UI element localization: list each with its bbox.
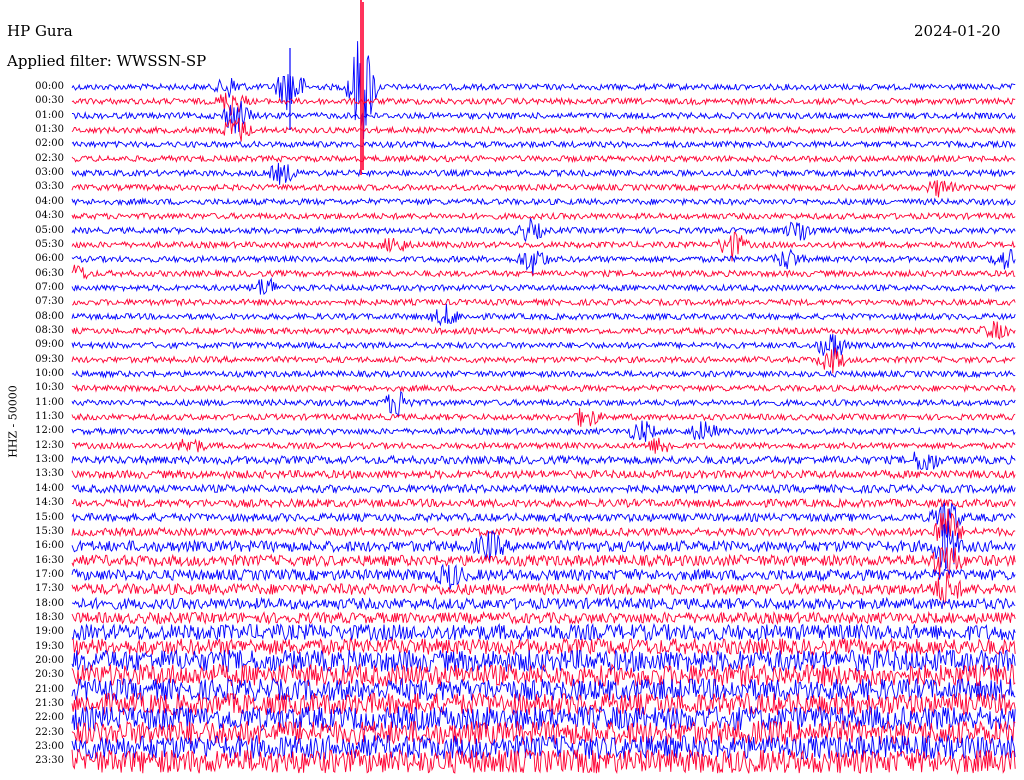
trace-line (71, 334, 1016, 360)
trace-line (71, 197, 1016, 207)
trace-line (71, 407, 1016, 427)
trace-line (71, 733, 1016, 761)
trace-line (71, 748, 1016, 775)
trace-line (71, 117, 1016, 142)
trace-line (71, 497, 1016, 509)
trace-line (71, 154, 1016, 164)
trace-line (71, 320, 1016, 340)
trace-line (71, 420, 1016, 442)
trace-line (71, 264, 1016, 280)
trace-line (71, 596, 1016, 611)
trace-line (71, 622, 1016, 642)
event-spike (360, 0, 364, 175)
trace-line (71, 277, 1016, 296)
trace-line (71, 211, 1016, 221)
trace-line (71, 610, 1016, 626)
trace-line (71, 390, 1016, 418)
trace-line (71, 231, 1016, 262)
trace-line (71, 508, 1016, 541)
trace-line (71, 139, 1016, 150)
trace-line (71, 297, 1016, 307)
trace-line (71, 369, 1016, 379)
trace-line (71, 92, 1016, 116)
trace-line (71, 483, 1016, 495)
trace-line (71, 451, 1016, 470)
trace-line (71, 469, 1016, 480)
trace-line (71, 303, 1016, 327)
trace-line (71, 563, 1016, 590)
trace-line (71, 691, 1016, 716)
helicorder-traces (71, 0, 1016, 775)
trace-line (71, 347, 1016, 374)
trace-line (71, 41, 1016, 140)
trace-line (71, 677, 1016, 703)
trace-line (71, 637, 1016, 657)
trace-line (71, 437, 1016, 454)
trace-line (71, 383, 1016, 393)
trace-line (71, 180, 1016, 198)
trace-line (71, 218, 1016, 243)
trace-line (71, 162, 1016, 185)
